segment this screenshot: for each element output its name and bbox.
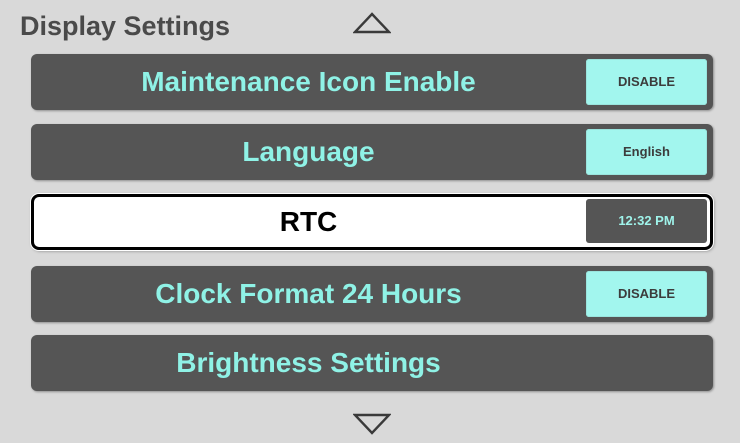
setting-row-clock-format-24-hours[interactable]: Clock Format 24 Hours DISABLE (31, 266, 713, 322)
clock-format-toggle-button[interactable]: DISABLE (586, 271, 707, 317)
setting-label: Clock Format 24 Hours (155, 278, 462, 309)
setting-row-rtc[interactable]: RTC 12:32 PM (31, 194, 713, 250)
setting-label: Language (242, 136, 375, 167)
maintenance-icon-enable-toggle-button[interactable]: DISABLE (586, 59, 707, 105)
setting-row-maintenance-icon-enable[interactable]: Maintenance Icon Enable DISABLE (31, 54, 713, 110)
triangle-down-icon (353, 413, 391, 435)
scroll-up-button[interactable] (353, 12, 391, 34)
setting-row-language[interactable]: Language English (31, 124, 713, 180)
setting-label: Maintenance Icon Enable (141, 66, 476, 97)
setting-label: RTC (279, 206, 338, 237)
language-select-button[interactable]: English (586, 129, 707, 175)
rtc-time-button[interactable]: 12:32 PM (586, 199, 707, 243)
setting-row-brightness-settings[interactable]: Brightness Settings (31, 335, 713, 391)
page-title: Display Settings (20, 11, 231, 41)
triangle-up-icon (353, 12, 391, 34)
scroll-down-button[interactable] (353, 413, 391, 435)
setting-label: Brightness Settings (176, 347, 441, 378)
